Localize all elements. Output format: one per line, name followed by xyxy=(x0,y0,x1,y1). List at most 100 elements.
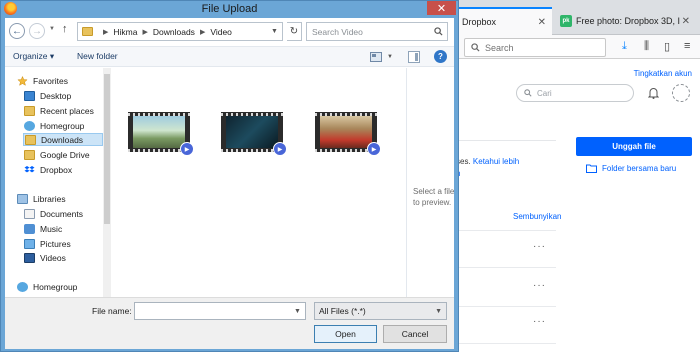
more-options-icon[interactable]: ··· xyxy=(533,280,546,291)
file-upload-dialog: File Upload ✕ ← → ▼ ↑ ▶ Hikma ▶ Download… xyxy=(0,0,459,352)
tab-free-photo[interactable]: pk Free photo: Dropbox 3D, I ✕ xyxy=(554,7,696,35)
libraries-icon xyxy=(17,193,28,204)
breadcrumb-item[interactable]: Video xyxy=(210,27,232,37)
cancel-button[interactable]: Cancel xyxy=(383,325,447,343)
nav-homegroup[interactable]: Homegroup xyxy=(17,280,77,293)
dropbox-search-input[interactable]: Cari xyxy=(516,84,634,102)
preview-pane-icon[interactable] xyxy=(408,51,420,63)
navigation-pane: Favorites Desktop Recent places Homegrou… xyxy=(5,68,111,297)
chevron-down-icon[interactable]: ▼ xyxy=(271,28,278,35)
divider xyxy=(456,267,556,268)
browser-search-input[interactable]: Search xyxy=(464,38,606,57)
download-icon[interactable]: ⤓ xyxy=(622,40,627,53)
help-icon[interactable]: ? xyxy=(434,50,447,63)
open-button[interactable]: Open xyxy=(314,325,377,343)
arrow-up-icon[interactable]: ↑ xyxy=(62,23,68,35)
file-name-input[interactable] xyxy=(134,302,306,320)
dropbox-page: Tingkatkan akun Cari ses. Ketahui lebih … xyxy=(456,60,700,352)
sidebar-item-videos[interactable]: Videos xyxy=(24,251,66,264)
breadcrumb-item[interactable]: Hikma xyxy=(113,27,137,37)
new-shared-folder-button[interactable]: Folder bersama baru xyxy=(586,164,676,173)
sidebar-item-dropbox[interactable]: Dropbox xyxy=(24,163,72,176)
chevron-right-icon[interactable]: ▶ xyxy=(103,28,108,36)
change-view-button[interactable]: ▼ xyxy=(370,51,394,63)
upgrade-account-link[interactable]: Tingkatkan akun xyxy=(634,69,692,78)
sidebar-item-desktop[interactable]: Desktop xyxy=(24,89,71,102)
chevron-down-icon[interactable]: ▼ xyxy=(387,54,393,60)
play-icon: ▶ xyxy=(180,142,194,156)
navigation-scrollbar[interactable] xyxy=(103,68,111,297)
documents-icon xyxy=(24,208,35,219)
file-name-label: File name: xyxy=(92,306,132,316)
dialog-title: File Upload xyxy=(201,3,258,15)
nav-label: Homegroup xyxy=(40,120,85,131)
sidebar-icon[interactable]: ▯ xyxy=(664,40,670,53)
sidebar-item-homegroup[interactable]: Homegroup xyxy=(24,119,84,132)
video-thumbnail xyxy=(226,116,278,148)
sidebar-item-recent-places[interactable]: Recent places xyxy=(24,104,94,117)
avatar[interactable] xyxy=(672,84,690,102)
browser-toolbar: Search ⤓ ⫼ ▯ ≡ xyxy=(456,35,700,59)
menu-icon[interactable]: ≡ xyxy=(684,40,690,52)
tab-dropbox[interactable]: Dropbox ✕ xyxy=(456,7,552,35)
chevron-right-icon[interactable]: ▶ xyxy=(200,28,205,36)
search-input[interactable]: Search Video xyxy=(306,22,448,41)
video-file[interactable]: ▶ xyxy=(128,112,194,156)
chevron-right-icon[interactable]: ▶ xyxy=(142,28,147,36)
upload-file-button[interactable]: Unggah file xyxy=(576,137,692,156)
scrollbar-thumb[interactable] xyxy=(104,74,110,224)
nav-label: Music xyxy=(40,223,63,234)
close-icon[interactable]: ✕ xyxy=(538,17,546,28)
more-options-icon[interactable]: ··· xyxy=(533,241,546,252)
dropbox-search-placeholder: Cari xyxy=(537,88,552,98)
new-folder-button[interactable]: New folder xyxy=(77,51,118,61)
organize-button[interactable]: Organize ▾ xyxy=(13,51,54,62)
nav-favorites[interactable]: Favorites xyxy=(17,74,68,87)
recent-places-icon xyxy=(24,105,35,116)
dialog-body: ← → ▼ ↑ ▶ Hikma ▶ Downloads ▶ Video ▼ ↻ … xyxy=(5,18,454,349)
arrow-right-icon[interactable]: → xyxy=(29,23,45,39)
address-row: ← → ▼ ↑ ▶ Hikma ▶ Downloads ▶ Video ▼ ↻ … xyxy=(5,18,454,46)
close-button[interactable]: ✕ xyxy=(427,1,456,15)
library-icon[interactable]: ⫼ xyxy=(644,40,649,53)
sidebar-item-downloads[interactable]: Downloads xyxy=(23,133,103,146)
hide-link[interactable]: Sembunyikan xyxy=(513,212,561,221)
bell-icon[interactable] xyxy=(648,87,659,99)
search-icon xyxy=(471,43,480,52)
nav-label: Downloads xyxy=(41,134,84,145)
play-icon: ▶ xyxy=(367,142,381,156)
nav-label: Libraries xyxy=(33,193,66,204)
divider xyxy=(456,140,556,141)
breadcrumb-item[interactable]: Downloads xyxy=(153,27,195,37)
chevron-down-icon[interactable]: ▼ xyxy=(294,308,301,315)
sidebar-item-documents[interactable]: Documents xyxy=(24,207,83,220)
close-icon[interactable]: ✕ xyxy=(682,16,690,27)
address-bar[interactable]: ▶ Hikma ▶ Downloads ▶ Video xyxy=(77,22,283,41)
learn-more-link[interactable]: Ketahui lebih xyxy=(473,157,519,166)
file-type-value: All Files (*.*) xyxy=(319,306,366,316)
search-icon xyxy=(434,27,443,36)
divider xyxy=(456,343,556,344)
nav-label: Pictures xyxy=(40,238,71,249)
video-file[interactable]: ▶ xyxy=(221,112,287,156)
sidebar-item-google-drive[interactable]: Google Drive xyxy=(24,148,90,161)
nav-label: Homegroup xyxy=(33,281,78,292)
arrow-left-icon[interactable]: ← xyxy=(9,23,25,39)
nav-label: Google Drive xyxy=(40,149,90,160)
chevron-down-icon[interactable]: ▼ xyxy=(49,26,55,32)
more-options-icon[interactable]: ··· xyxy=(533,316,546,327)
refresh-icon[interactable]: ↻ xyxy=(287,22,302,41)
view-icon xyxy=(370,52,382,62)
file-type-select[interactable]: All Files (*.*) ▼ xyxy=(314,302,447,320)
sidebar-item-pictures[interactable]: Pictures xyxy=(24,237,71,250)
dropbox-icon xyxy=(24,165,35,172)
video-file[interactable]: ▶ xyxy=(315,112,381,156)
chevron-down-icon: ▼ xyxy=(435,308,442,315)
sidebar-item-music[interactable]: Music xyxy=(24,222,62,235)
browser-search-placeholder: Search xyxy=(485,42,514,53)
nav-libraries[interactable]: Libraries xyxy=(17,192,66,205)
video-thumbnail xyxy=(133,116,185,148)
star-icon xyxy=(17,75,28,86)
preview-hint: Select a file to preview. xyxy=(413,187,455,207)
homegroup-icon xyxy=(17,281,28,292)
